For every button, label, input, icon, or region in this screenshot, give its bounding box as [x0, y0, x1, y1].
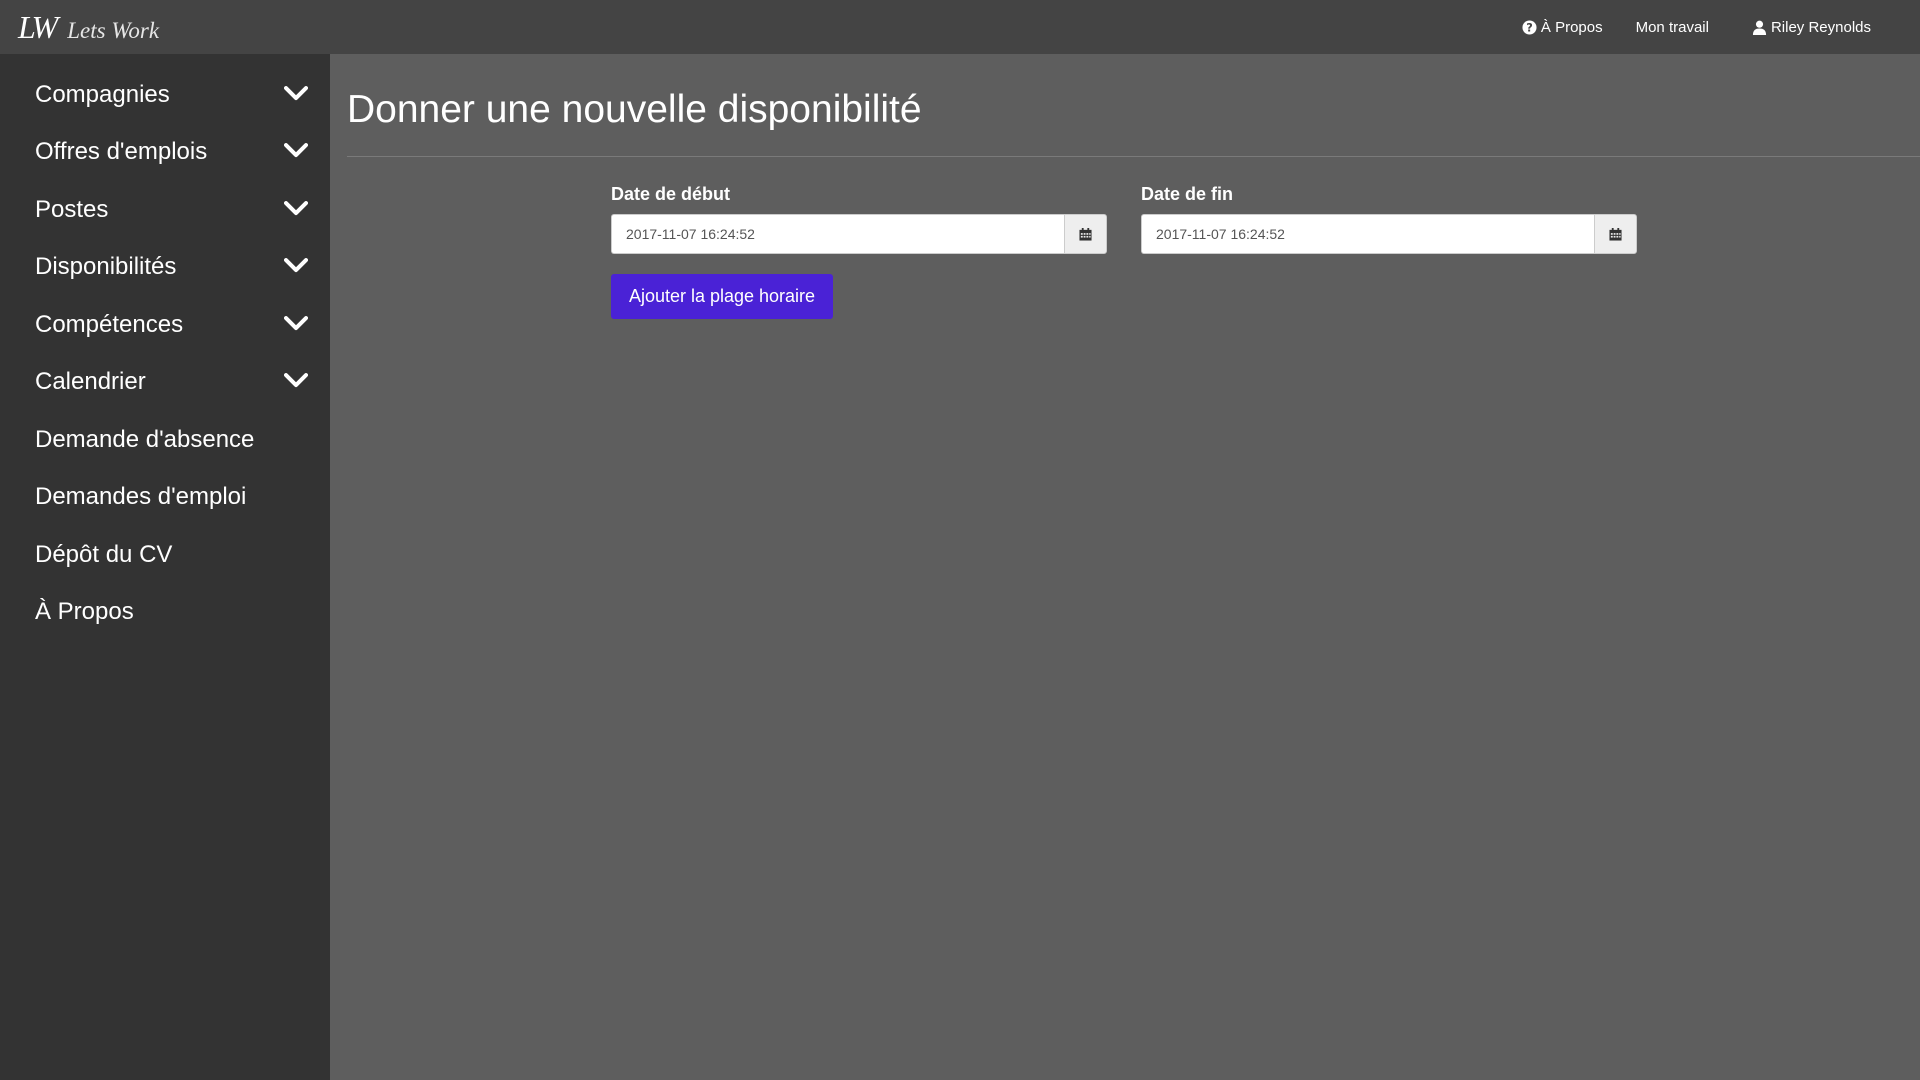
sidebar-item-a-propos[interactable]: À Propos [0, 584, 330, 642]
sidebar-item-label: À Propos [35, 598, 134, 626]
add-time-slot-button[interactable]: Ajouter la plage horaire [611, 274, 833, 319]
chevron-down-icon[interactable] [284, 315, 308, 331]
end-date-label: Date de fin [1141, 184, 1234, 204]
sidebar-item-label: Demande d'absence [35, 425, 255, 453]
nav-my-work-link[interactable]: Mon travail [1636, 19, 1709, 36]
nav-user-label: Riley Reynolds [1770, 18, 1871, 36]
brand-logo: LW [18, 9, 58, 45]
question-circle-icon: ? [1522, 19, 1537, 34]
sidebar-item-depot-cv[interactable]: Dépôt du CV [0, 526, 330, 584]
sidebar-item-compagnies[interactable]: Compagnies [0, 66, 330, 124]
sidebar-item-label: Postes [35, 195, 109, 223]
chevron-down-icon[interactable] [284, 200, 308, 216]
sidebar-item-postes[interactable]: Postes [0, 181, 330, 239]
title-divider [347, 156, 1920, 157]
user-icon [1752, 20, 1767, 35]
chevron-down-icon[interactable] [284, 142, 308, 158]
sidebar-item-label: Compétences [35, 310, 184, 338]
nav-about-label: À Propos [1540, 18, 1603, 36]
sidebar-item-demandes-emploi[interactable]: Demandes d'emploi [0, 469, 330, 527]
chevron-down-icon[interactable] [284, 372, 308, 388]
calendar-icon [1079, 227, 1092, 241]
chevron-down-icon[interactable] [284, 85, 308, 101]
sidebar-item-label: Calendrier [35, 368, 146, 396]
end-date-calendar-button[interactable] [1594, 214, 1637, 254]
sidebar-item-demande-absence[interactable]: Demande d'absence [0, 411, 330, 469]
start-date-calendar-button[interactable] [1064, 214, 1107, 254]
chevron-down-icon[interactable] [284, 257, 308, 273]
svg-text:?: ? [1526, 21, 1533, 34]
sidebar-item-label: Disponibilités [35, 253, 177, 281]
start-date-field: Date de début [611, 184, 1107, 254]
start-date-label: Date de début [611, 184, 731, 204]
sidebar-item-disponibilites[interactable]: Disponibilités [0, 239, 330, 297]
sidebar-item-offres-emplois[interactable]: Offres d'emplois [0, 124, 330, 182]
end-date-input[interactable] [1141, 214, 1594, 254]
nav-about-link[interactable]: ? À Propos [1522, 19, 1603, 36]
sidebar-item-competences[interactable]: Compétences [0, 296, 330, 354]
top-nav: ? À Propos Mon travail Riley Reynolds [1522, 0, 1920, 54]
main-content: Donner une nouvelle disponibilité Date d… [330, 54, 1920, 1080]
sidebar-item-label: Compagnies [35, 80, 170, 108]
sidebar-item-calendrier[interactable]: Calendrier [0, 354, 330, 412]
nav-user-menu[interactable]: Riley Reynolds [1752, 19, 1871, 36]
brand-link[interactable]: LW Lets Work [18, 0, 159, 54]
sidebar-item-label: Demandes d'emploi [35, 483, 247, 511]
brand-name: Lets Work [67, 17, 160, 43]
sidebar-item-label: Offres d'emplois [35, 138, 208, 166]
start-date-input[interactable] [611, 214, 1064, 254]
calendar-icon [1609, 227, 1622, 241]
nav-my-work-label: Mon travail [1635, 18, 1709, 36]
end-date-input-group [1141, 214, 1637, 254]
start-date-input-group [611, 214, 1107, 254]
end-date-field: Date de fin [1141, 184, 1637, 254]
page-title: Donner une nouvelle disponibilité [347, 88, 922, 131]
sidebar: Compagnies Offres d'emplois Postes Dispo… [0, 54, 330, 1080]
top-navbar: LW Lets Work ? À Propos Mon travail Rile… [0, 0, 1920, 54]
sidebar-item-label: Dépôt du CV [35, 540, 173, 568]
